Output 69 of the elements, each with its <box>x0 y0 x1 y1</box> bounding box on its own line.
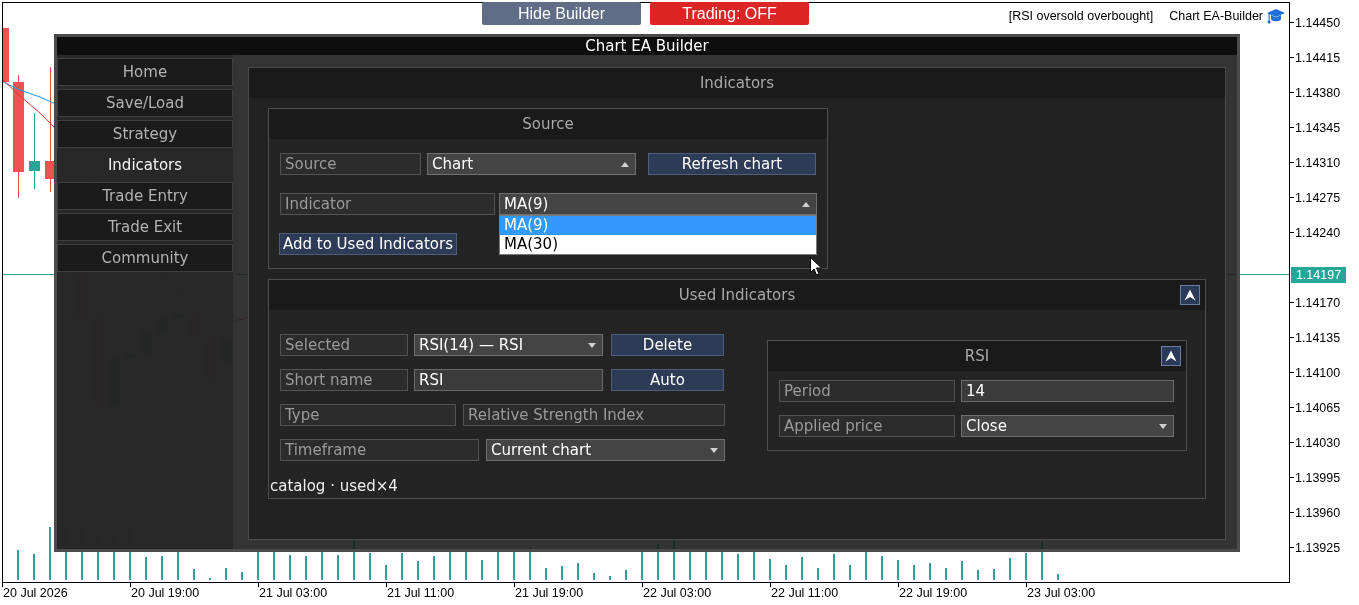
collapse-button[interactable] <box>1161 346 1181 366</box>
source-dropdown[interactable]: Chart <box>427 153 636 175</box>
field-label: Timeframe <box>280 439 479 461</box>
graduation-cap-icon <box>1267 8 1285 24</box>
time-label: 21 Jul 03:00 <box>259 586 328 600</box>
price-label: 1.13960 <box>1295 505 1341 520</box>
strategy-name-label: [RSI oversold overbought] <box>1008 8 1154 24</box>
add-indicator-button[interactable]: Add to Used Indicators <box>279 233 457 255</box>
price-label: 1.14170 <box>1295 295 1341 310</box>
time-label: 21 Jul 19:00 <box>515 586 584 600</box>
price-label: 1.14030 <box>1295 435 1341 450</box>
up-arrowhead-icon <box>1165 350 1177 362</box>
panel-title: RSI <box>964 347 990 365</box>
text-field[interactable]: RSI <box>414 369 603 391</box>
refresh-chart-button[interactable]: Refresh chart <box>648 153 816 175</box>
delete-button[interactable]: Delete <box>611 334 724 356</box>
up-arrowhead-icon <box>1184 289 1196 301</box>
nav-item[interactable]: Strategy <box>57 120 233 148</box>
price-label: 1.14415 <box>1295 50 1341 65</box>
readonly-field: Relative Strength Index <box>463 404 725 426</box>
panel-title: Indicators <box>699 74 775 92</box>
time-label: 23 Jul 03:00 <box>1027 586 1096 600</box>
nav-item[interactable]: Save/Load <box>57 89 233 117</box>
time-label: 21 Jul 11:00 <box>387 586 455 600</box>
field-label: Source <box>280 153 421 175</box>
price-label: 1.14100 <box>1295 365 1341 380</box>
time-label: 22 Jul 03:00 <box>643 586 712 600</box>
indicator-dropdown[interactable]: MA(9) <box>499 193 817 215</box>
nav-item[interactable]: Community <box>57 244 233 272</box>
window-title: Chart EA Builder <box>585 37 709 55</box>
candle <box>3 28 9 82</box>
price-label: 1.13925 <box>1295 540 1341 555</box>
nav-item[interactable]: Trade Entry <box>57 182 233 210</box>
nav-item[interactable]: Home <box>57 58 233 86</box>
collapse-button[interactable] <box>1180 285 1200 305</box>
status-text: catalog · used×4 <box>270 477 398 495</box>
auto-button[interactable]: Auto <box>611 369 724 391</box>
trading-toggle-button[interactable]: Trading: OFF <box>650 2 809 25</box>
timeframe-dropdown[interactable]: Current chart <box>486 439 725 461</box>
panel-title: Used Indicators <box>678 286 796 304</box>
price-label: 1.14310 <box>1295 155 1341 170</box>
field-label: Period <box>779 380 955 402</box>
price-label: 1.14450 <box>1295 15 1341 30</box>
price-label: 1.14380 <box>1295 85 1341 100</box>
hide-builder-button[interactable]: Hide Builder <box>482 2 641 25</box>
panel-title: Source <box>522 115 574 133</box>
nav-item[interactable]: Indicators <box>57 151 233 179</box>
time-label: 22 Jul 11:00 <box>771 586 839 600</box>
field-label: Selected <box>280 334 408 356</box>
field-label: Indicator <box>280 193 495 215</box>
time-label: 22 Jul 19:00 <box>899 586 968 600</box>
price-dropdown[interactable]: Close <box>961 415 1174 437</box>
field-label: Type <box>280 404 456 426</box>
field-label: Short name <box>280 369 408 391</box>
price-label: 1.13995 <box>1295 470 1341 485</box>
nav-item[interactable]: Trade Exit <box>57 213 233 241</box>
price-label: 1.14135 <box>1295 330 1341 345</box>
time-label: 20 Jul 19:00 <box>131 586 200 600</box>
price-label: 1.14065 <box>1295 400 1341 415</box>
current-price-label: 1.14197 <box>1291 267 1346 283</box>
text-field[interactable]: 14 <box>961 380 1174 402</box>
price-label: 1.14240 <box>1295 225 1341 240</box>
field-label: Applied price <box>779 415 955 437</box>
indicator-dropdown[interactable]: RSI(14) — RSI <box>414 334 603 356</box>
time-label: 20 Jul 2026 <box>3 586 68 600</box>
price-label: 1.14275 <box>1295 190 1341 205</box>
price-label: 1.14345 <box>1295 120 1341 135</box>
mouse-pointer-icon <box>810 257 822 276</box>
brand-label: Chart EA-Builder <box>1169 8 1263 24</box>
